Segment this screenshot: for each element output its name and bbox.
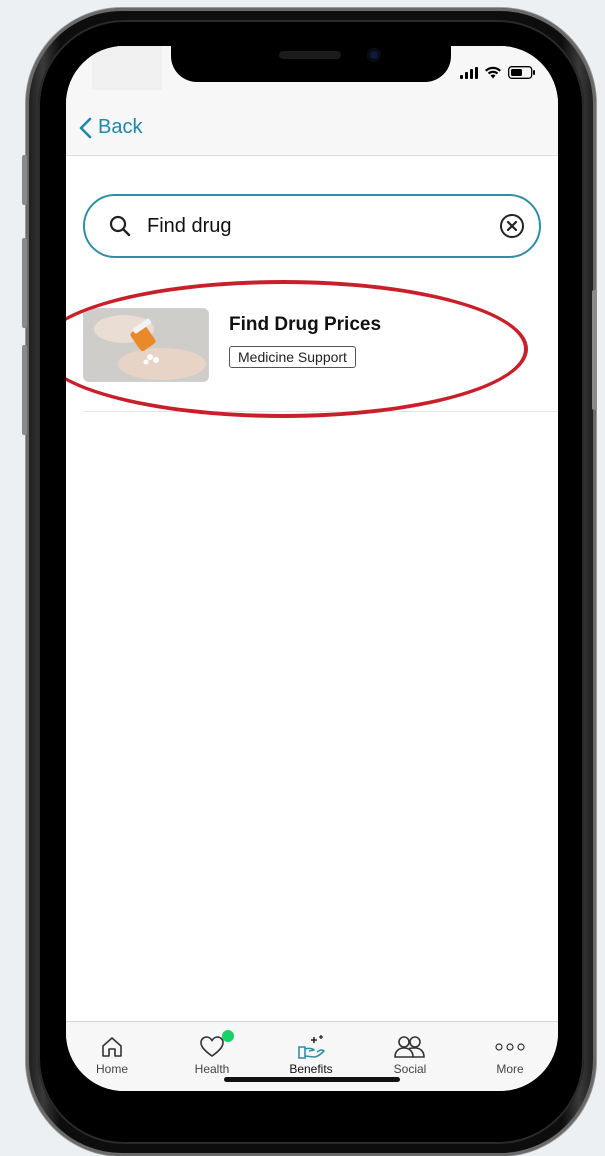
phone-volume-down <box>22 345 27 435</box>
more-dots-icon <box>495 1043 525 1051</box>
front-camera <box>367 48 381 62</box>
phone-screen: Back Find drug Find Drug Prices Medicine… <box>66 46 558 1091</box>
battery-icon <box>508 66 535 79</box>
signal-icon <box>460 66 478 79</box>
tab-label: Home <box>95 1062 128 1076</box>
tab-health[interactable]: Health <box>172 1030 252 1076</box>
clear-circle-icon <box>500 214 524 238</box>
pills-in-hand-image <box>84 309 208 381</box>
stage: Back Find drug Find Drug Prices Medicine… <box>0 0 605 1156</box>
status-icons <box>460 66 536 79</box>
wifi-icon <box>485 66 501 79</box>
status-bar: Back <box>66 46 558 156</box>
search-input[interactable] <box>147 214 499 238</box>
notch <box>171 46 451 82</box>
tab-home[interactable]: Home <box>72 1032 152 1076</box>
phone-mute-switch <box>22 155 27 205</box>
tab-social[interactable]: Social <box>370 1032 450 1076</box>
heart-icon <box>200 1036 224 1057</box>
status-placeholder <box>92 46 162 90</box>
search-bar[interactable] <box>83 194 541 258</box>
benefits-hand-icon <box>298 1035 325 1059</box>
home-indicator[interactable] <box>224 1077 400 1082</box>
tab-label: Social <box>393 1062 427 1076</box>
home-icon <box>102 1037 122 1057</box>
pills-thumbnail <box>83 308 209 382</box>
phone-volume-up <box>22 238 27 328</box>
tab-benefits[interactable]: Benefits <box>271 1032 351 1076</box>
category-tag: Medicine Support <box>229 346 356 368</box>
speaker-grille <box>279 51 341 59</box>
header-divider <box>66 155 558 156</box>
result-title: Find Drug Prices <box>229 314 382 335</box>
back-button[interactable]: Back <box>78 116 142 139</box>
tab-label: More <box>496 1062 524 1076</box>
phone-power-button <box>592 290 597 410</box>
notification-dot <box>222 1030 234 1042</box>
search-icon <box>109 215 131 237</box>
search-result-item[interactable]: Find Drug Prices Medicine Support <box>83 308 558 412</box>
chevron-left-icon <box>79 117 92 138</box>
back-label: Back <box>98 116 143 138</box>
clear-search-button[interactable] <box>499 213 525 239</box>
tab-more[interactable]: More <box>470 1032 550 1076</box>
tab-label: Benefits <box>289 1062 333 1076</box>
tab-label: Health <box>194 1062 230 1076</box>
people-icon <box>394 1036 425 1058</box>
